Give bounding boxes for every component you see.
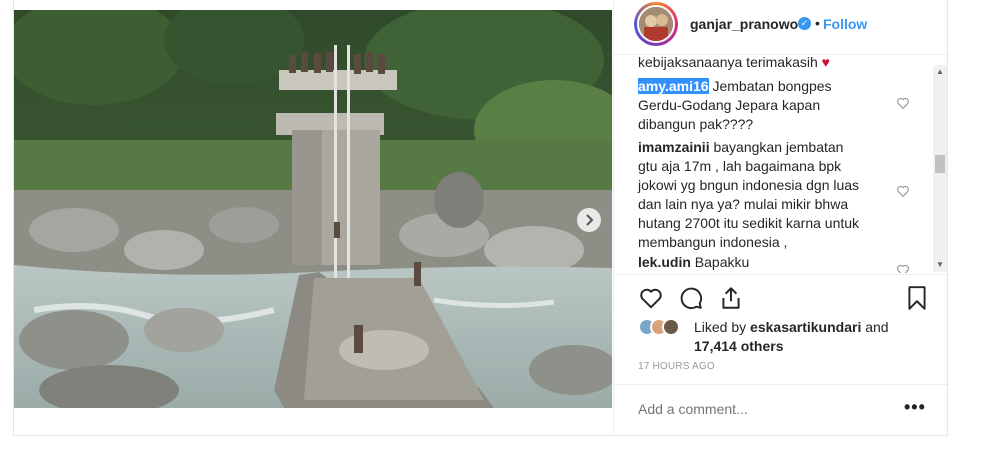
bookmark-icon[interactable]	[904, 285, 930, 311]
separator-dot: •	[815, 15, 820, 31]
more-options-icon[interactable]: •••	[904, 397, 926, 418]
share-icon[interactable]	[718, 285, 744, 311]
liker-avatar[interactable]	[662, 318, 680, 336]
post-timestamp[interactable]: 17 HOURS AGO	[638, 361, 715, 372]
likes-text: Liked by eskasartikundari and 17,414 oth…	[694, 318, 934, 356]
scrollbar-thumb[interactable]	[935, 155, 945, 173]
comment-username-link[interactable]: lek.udin	[638, 254, 691, 270]
scroll-up-arrow-icon[interactable]: ▲	[933, 65, 947, 79]
follow-button[interactable]: Follow	[823, 16, 867, 32]
comment-username-link[interactable]: amy.ami16	[638, 78, 709, 94]
post-header: ganjar_pranowo ✓ • Follow	[614, 0, 949, 55]
post-sidebar: ganjar_pranowo ✓ • Follow kebijaksanaany…	[613, 0, 949, 436]
comment-text: bayangkan jembatan gtu aja 17m , lah bag…	[638, 139, 860, 250]
heart-icon[interactable]	[638, 285, 664, 311]
comment-username-link[interactable]: imamzainii	[638, 139, 710, 155]
comment-item: kebijaksanaanya terimakasih ♥	[638, 55, 863, 72]
add-comment-input[interactable]	[638, 401, 878, 417]
like-comment-heart-icon[interactable]	[896, 184, 910, 198]
bridge-photo-image	[14, 10, 612, 408]
comment-text: kebijaksanaanya terimakasih	[638, 55, 818, 70]
verified-badge-icon: ✓	[798, 17, 811, 30]
likes-count-link[interactable]: 17,414 others	[694, 338, 784, 354]
add-comment-bar: •••	[614, 384, 949, 437]
avatar-image	[637, 5, 675, 43]
avatar[interactable]	[634, 2, 678, 46]
comments-scrollbar[interactable]: ▲ ▼	[933, 65, 947, 272]
liker-username-link[interactable]: eskasartikundari	[750, 319, 861, 335]
comment-item: amy.ami16 Jembatan bongpes Gerdu-Godang …	[638, 77, 863, 134]
comment-icon[interactable]	[678, 285, 704, 311]
next-arrow-icon[interactable]	[577, 208, 601, 232]
comment-item: lek.udin Bapakku @ganjar_pranowo	[638, 253, 863, 273]
comment-item: imamzainii bayangkan jembatan gtu aja 17…	[638, 138, 863, 252]
like-comment-heart-icon[interactable]	[896, 263, 910, 273]
likes-conjunction: and	[861, 319, 889, 335]
action-bar	[614, 274, 949, 319]
like-comment-heart-icon[interactable]	[896, 96, 910, 110]
instagram-post: ganjar_pranowo ✓ • Follow kebijaksanaany…	[13, 0, 949, 436]
comments-list[interactable]: kebijaksanaanya terimakasih ♥ amy.ami16 …	[614, 55, 934, 273]
scroll-down-arrow-icon[interactable]: ▼	[933, 258, 947, 272]
likes-prefix: Liked by	[694, 319, 751, 335]
likes-section: Liked by eskasartikundari and 17,414 oth…	[638, 316, 938, 356]
post-photo[interactable]	[14, 10, 612, 408]
heart-emoji-icon: ♥	[821, 55, 830, 70]
username-link[interactable]: ganjar_pranowo	[690, 16, 798, 32]
